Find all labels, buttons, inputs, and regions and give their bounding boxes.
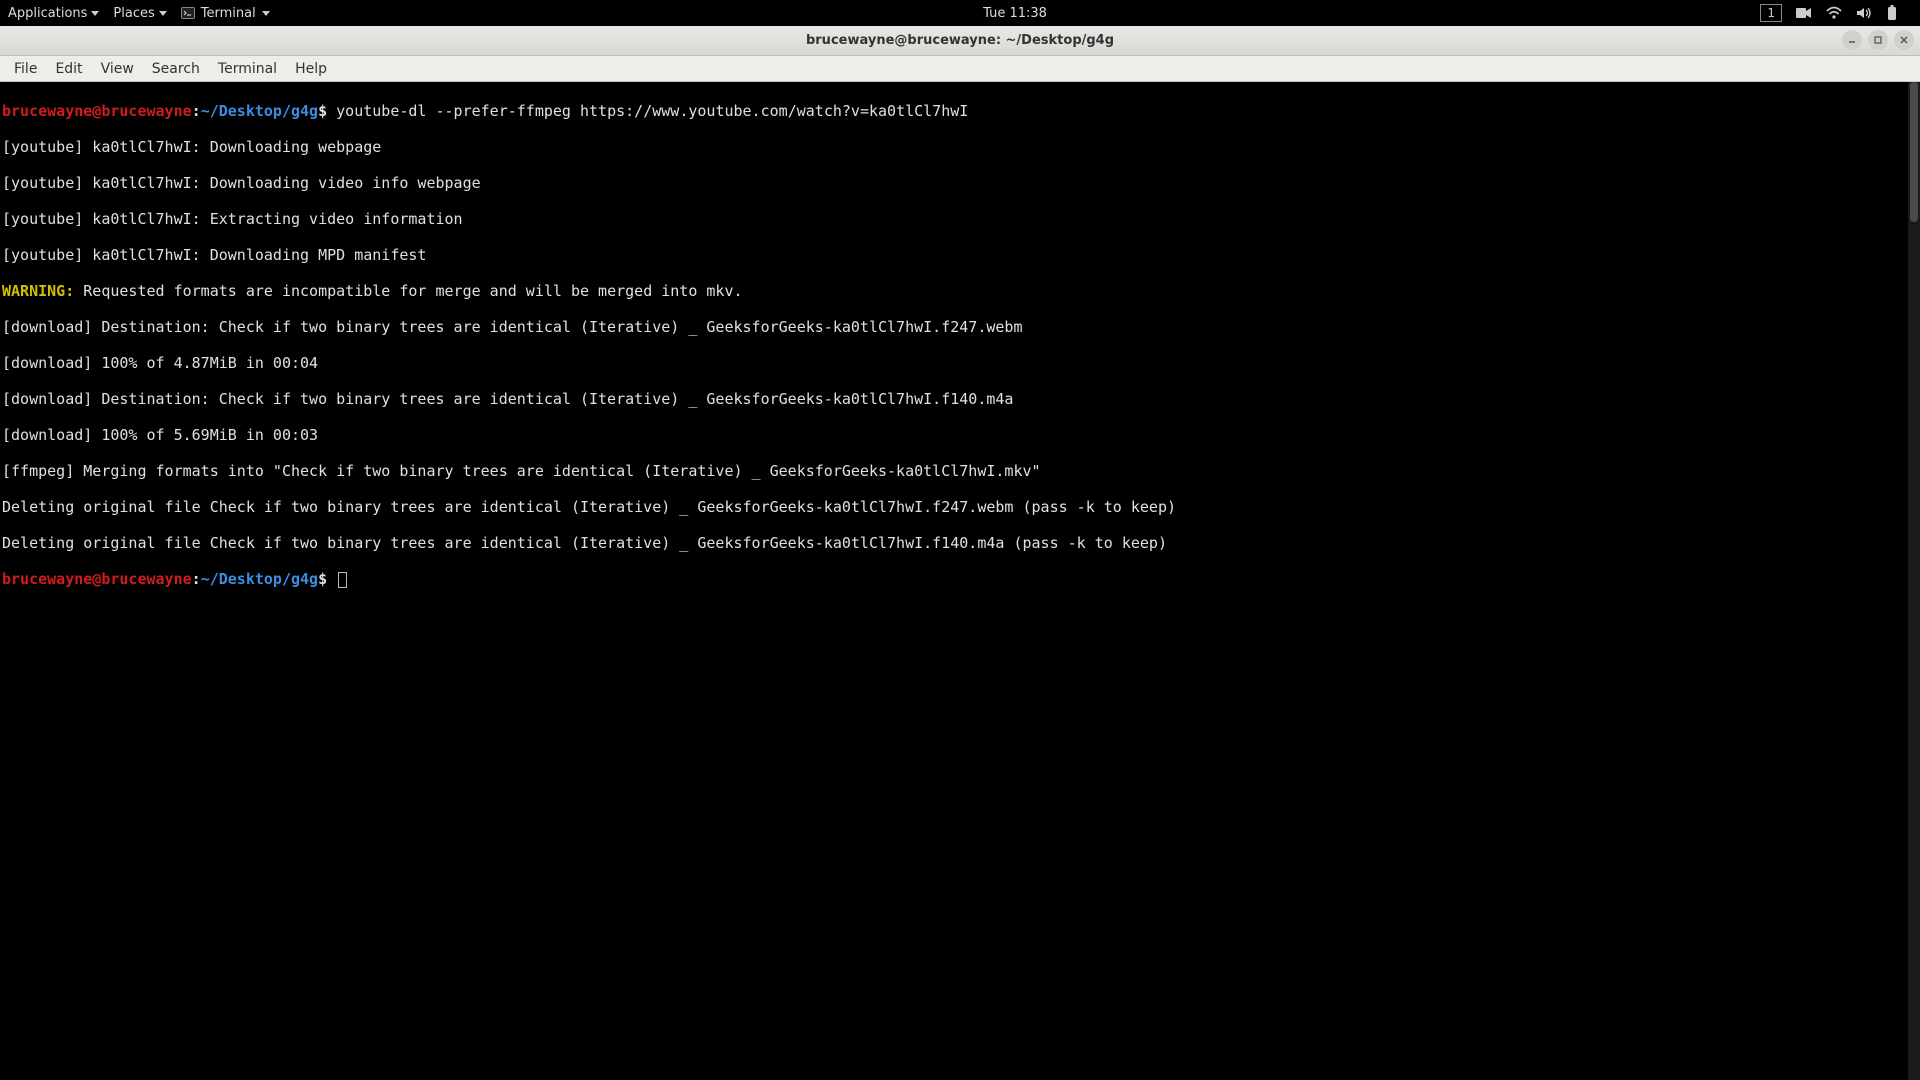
volume-icon[interactable] <box>1856 6 1872 20</box>
prompt-dollar: $ <box>318 570 327 588</box>
network-icon[interactable] <box>1826 6 1842 20</box>
window-title: brucewayne@brucewayne: ~/Desktop/g4g <box>0 33 1920 48</box>
terminal-line: WARNING: Requested formats are incompati… <box>2 282 1906 300</box>
terminal-line: [youtube] ka0tlCl7hwI: Downloading MPD m… <box>2 246 1906 264</box>
active-app-label: Terminal <box>201 6 256 21</box>
battery-icon[interactable] <box>1886 5 1898 21</box>
places-menu[interactable]: Places <box>113 6 166 21</box>
scrollbar-thumb[interactable] <box>1910 82 1918 222</box>
window-titlebar[interactable]: brucewayne@brucewayne: ~/Desktop/g4g <box>0 26 1920 56</box>
places-menu-label: Places <box>113 6 154 21</box>
terminal-line: [ffmpeg] Merging formats into "Check if … <box>2 462 1906 480</box>
minimize-icon <box>1847 35 1857 45</box>
maximize-icon <box>1873 35 1883 45</box>
menu-file[interactable]: File <box>6 59 45 79</box>
terminal-line: brucewayne@brucewayne:~/Desktop/g4g$ <box>2 570 1906 588</box>
menu-help[interactable]: Help <box>287 59 335 79</box>
prompt-path: ~/Desktop/g4g <box>201 102 318 120</box>
terminal-line: [download] 100% of 4.87MiB in 00:04 <box>2 354 1906 372</box>
active-app-indicator[interactable]: Terminal <box>181 6 270 21</box>
prompt-user-host: brucewayne@brucewayne <box>2 570 192 588</box>
terminal-line: [download] 100% of 5.69MiB in 00:03 <box>2 426 1906 444</box>
caret-down-icon <box>159 11 167 16</box>
terminal-line: brucewayne@brucewayne:~/Desktop/g4g$ you… <box>2 102 1906 120</box>
terminal-menubar: File Edit View Search Terminal Help <box>0 56 1920 82</box>
prompt-user-host: brucewayne@brucewayne <box>2 102 192 120</box>
prompt-colon: : <box>192 102 201 120</box>
terminal-line: [download] Destination: Check if two bin… <box>2 318 1906 336</box>
window-minimize-button[interactable] <box>1842 30 1862 50</box>
applications-menu[interactable]: Applications <box>8 6 99 21</box>
panel-clock[interactable]: Tue 11:38 <box>270 6 1761 21</box>
window-maximize-button[interactable] <box>1868 30 1888 50</box>
terminal-line: Deleting original file Check if two bina… <box>2 498 1906 516</box>
terminal-viewport: brucewayne@brucewayne:~/Desktop/g4g$ you… <box>0 82 1920 1080</box>
terminal-icon <box>181 6 195 20</box>
menu-search[interactable]: Search <box>144 59 208 79</box>
prompt-dollar: $ <box>318 102 327 120</box>
menu-view[interactable]: View <box>93 59 142 79</box>
recorder-icon[interactable] <box>1796 6 1812 20</box>
warning-label: WARNING: <box>2 282 74 300</box>
terminal-line: [youtube] ka0tlCl7hwI: Downloading webpa… <box>2 138 1906 156</box>
terminal-output[interactable]: brucewayne@brucewayne:~/Desktop/g4g$ you… <box>0 82 1908 1080</box>
prompt-colon: : <box>192 570 201 588</box>
terminal-line: [youtube] ka0tlCl7hwI: Extracting video … <box>2 210 1906 228</box>
caret-down-icon <box>262 11 270 16</box>
command-text: youtube-dl --prefer-ffmpeg https://www.y… <box>336 102 968 120</box>
desktop-top-panel: Applications Places Terminal Tue 11:38 1 <box>0 0 1920 26</box>
terminal-line: [download] Destination: Check if two bin… <box>2 390 1906 408</box>
prompt-path: ~/Desktop/g4g <box>201 570 318 588</box>
window-close-button[interactable] <box>1894 30 1914 50</box>
menu-edit[interactable]: Edit <box>47 59 90 79</box>
applications-menu-label: Applications <box>8 6 87 21</box>
caret-down-icon <box>91 11 99 16</box>
menu-terminal[interactable]: Terminal <box>210 59 285 79</box>
close-icon <box>1899 35 1909 45</box>
warning-text: Requested formats are incompatible for m… <box>74 282 742 300</box>
terminal-line: Deleting original file Check if two bina… <box>2 534 1906 552</box>
terminal-line: [youtube] ka0tlCl7hwI: Downloading video… <box>2 174 1906 192</box>
terminal-scrollbar[interactable] <box>1908 82 1920 1080</box>
workspace-indicator[interactable]: 1 <box>1760 4 1782 22</box>
terminal-cursor <box>338 572 347 588</box>
